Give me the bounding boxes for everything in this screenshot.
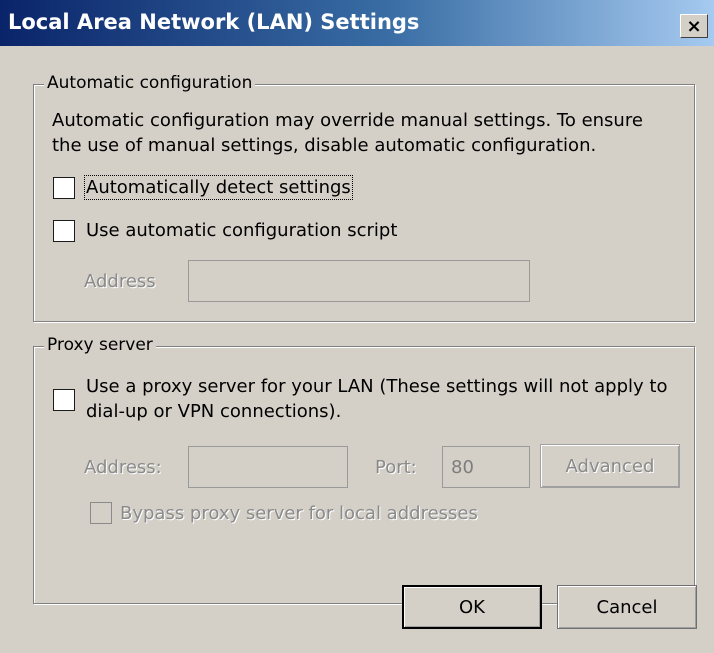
detect-settings-label[interactable]: Automatically detect settings	[84, 175, 353, 200]
proxy-port-input[interactable]: 80	[442, 446, 530, 488]
proxy-server-label: Proxy server	[44, 335, 156, 355]
proxy-address-input[interactable]	[188, 446, 348, 488]
use-config-script-label[interactable]: Use automatic configuration script	[86, 220, 397, 241]
advanced-button[interactable]: Advanced	[540, 444, 680, 488]
bypass-local-label: Bypass proxy server for local addresses	[120, 503, 478, 524]
use-proxy-checkbox[interactable]	[53, 389, 75, 411]
title-bar[interactable]: Local Area Network (LAN) Settings ×	[0, 0, 714, 46]
detect-settings-checkbox[interactable]	[53, 177, 75, 199]
close-button[interactable]: ×	[680, 14, 708, 38]
cancel-button[interactable]: Cancel	[557, 585, 697, 629]
auto-config-description-line2: the use of manual settings, disable auto…	[52, 135, 597, 156]
script-address-input[interactable]	[188, 260, 530, 302]
use-config-script-checkbox[interactable]	[53, 220, 75, 242]
use-proxy-label-line2[interactable]: dial-up or VPN connections).	[86, 401, 341, 422]
close-icon: ×	[686, 15, 702, 37]
bypass-local-checkbox[interactable]	[90, 502, 112, 524]
auto-config-description-line1: Automatic configuration may override man…	[52, 110, 643, 131]
proxy-address-label: Address:	[84, 457, 162, 478]
script-address-label: Address	[84, 271, 156, 292]
dialog-body: Automatic configuration Automatic config…	[0, 46, 714, 653]
window-title: Local Area Network (LAN) Settings	[8, 10, 420, 34]
proxy-port-label: Port:	[375, 457, 417, 478]
ok-button[interactable]: OK	[402, 585, 542, 629]
use-proxy-label-line1[interactable]: Use a proxy server for your LAN (These s…	[86, 376, 667, 397]
automatic-configuration-label: Automatic configuration	[44, 73, 256, 93]
